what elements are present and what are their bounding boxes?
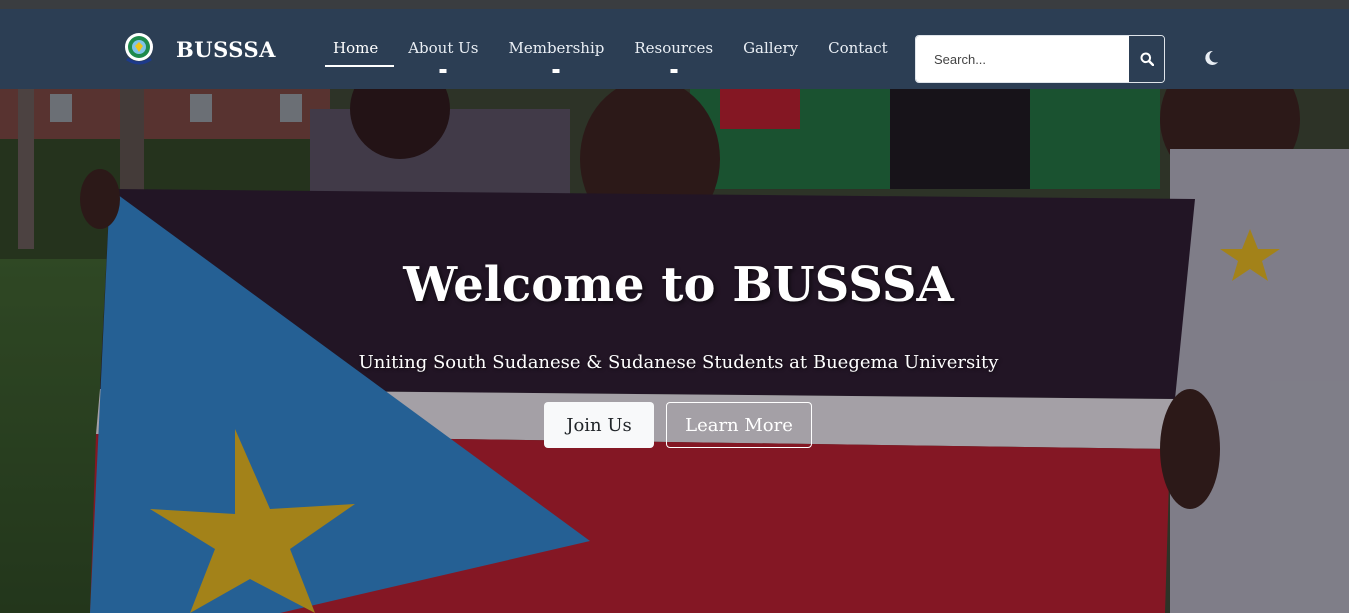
search-form bbox=[915, 35, 1165, 83]
dropdown-indicator-icon bbox=[670, 69, 678, 73]
hero-subtitle: Uniting South Sudanese & Sudanese Studen… bbox=[358, 352, 999, 373]
brand-name: BUSSSA bbox=[176, 36, 276, 62]
nav-item-membership[interactable]: Membership bbox=[493, 35, 619, 73]
main-nav: Home About Us Membership Resources Galle… bbox=[318, 35, 903, 73]
association-emblem-icon bbox=[121, 31, 157, 67]
nav-label: Membership bbox=[508, 39, 605, 57]
nav-item-about-us[interactable]: About Us bbox=[393, 35, 493, 73]
nav-label: Contact bbox=[828, 39, 888, 57]
nav-label: Gallery bbox=[743, 39, 799, 57]
nav-item-home[interactable]: Home bbox=[318, 35, 395, 67]
browser-top-strip bbox=[0, 0, 1349, 9]
search-input[interactable] bbox=[916, 36, 1128, 82]
search-button[interactable] bbox=[1128, 36, 1164, 82]
nav-item-gallery[interactable]: Gallery bbox=[728, 35, 813, 67]
theme-toggle-button[interactable] bbox=[1200, 47, 1222, 69]
nav-item-contact[interactable]: Contact bbox=[813, 35, 903, 67]
search-icon bbox=[1140, 52, 1154, 66]
hero-title: Welcome to BUSSSA bbox=[403, 257, 954, 313]
moon-icon bbox=[1205, 50, 1218, 65]
nav-label: Home bbox=[333, 39, 379, 57]
hero-overlay bbox=[0, 89, 1349, 613]
hero-section: Welcome to BUSSSA Uniting South Sudanese… bbox=[0, 89, 1349, 613]
dropdown-indicator-icon bbox=[439, 69, 447, 73]
dropdown-indicator-icon bbox=[552, 69, 560, 73]
join-us-button[interactable]: Join Us bbox=[544, 402, 654, 448]
nav-item-resources[interactable]: Resources bbox=[619, 35, 728, 73]
brand[interactable]: BUSSSA bbox=[121, 29, 276, 69]
nav-label: About Us bbox=[408, 39, 479, 57]
learn-more-button[interactable]: Learn More bbox=[666, 402, 812, 448]
nav-label: Resources bbox=[634, 39, 714, 57]
navbar: BUSSSA Home About Us Membership Resource… bbox=[0, 9, 1349, 89]
